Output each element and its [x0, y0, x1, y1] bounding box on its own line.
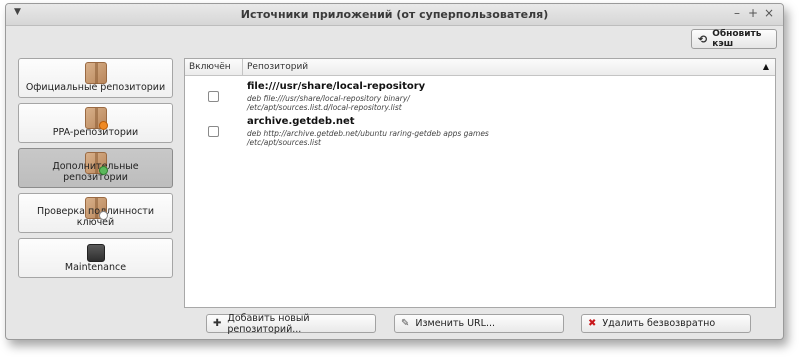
sort-ascending-icon[interactable]: ▲ [763, 62, 769, 71]
delete-x-icon: ✖ [588, 318, 597, 329]
plus-icon: ✚ [213, 318, 222, 329]
repository-source-line: deb http://archive.getdeb.net/ubuntu rar… [247, 129, 489, 138]
sidebar-item-label: Проверка подлинности ключей [36, 206, 155, 228]
sidebar: Официальные репозитории PPA-репозитории … [18, 58, 173, 283]
sidebar-item-maintenance[interactable]: Maintenance [18, 238, 173, 278]
edit-url-button[interactable]: ✎ Изменить URL... [394, 314, 564, 333]
close-button[interactable]: × [763, 6, 775, 20]
repository-name: archive.getdeb.net [247, 116, 355, 127]
column-header-enabled[interactable]: Включён [189, 62, 231, 72]
sidebar-item-keys[interactable]: Проверка подлинности ключей [18, 193, 173, 233]
repository-file-path: /etc/apt/sources.list.d/local-repository… [247, 103, 402, 112]
delete-permanently-button[interactable]: ✖ Удалить безвозвратно [581, 314, 751, 333]
enable-checkbox[interactable] [208, 126, 219, 137]
list-header: Включён Репозиторий ▲ [185, 59, 775, 76]
sidebar-item-label: Дополнительные репозитории [52, 161, 139, 183]
refresh-cache-label: Обновить кэш [712, 29, 762, 49]
add-repository-label: Добавить новый репозиторий... [227, 312, 310, 335]
sidebar-item-label: PPA-репозитории [52, 127, 139, 138]
app-window: ▼ Источники приложений (от суперпользова… [5, 3, 784, 340]
window-title: Источники приложений (от суперпользовате… [240, 8, 549, 21]
minimize-button[interactable]: – [731, 6, 743, 20]
maximize-button[interactable]: + [747, 6, 759, 20]
delete-permanently-label: Удалить безвозвратно [602, 318, 716, 329]
repository-source-line: deb file:///usr/share/local-repository b… [247, 94, 410, 103]
table-row[interactable]: archive.getdeb.net deb http://archive.ge… [185, 113, 775, 148]
title-bar: ▼ Источники приложений (от суперпользова… [6, 4, 783, 26]
repository-list: Включён Репозиторий ▲ file:///usr/share/… [184, 58, 776, 308]
column-header-repository[interactable]: Репозиторий [247, 62, 308, 72]
sidebar-item-official[interactable]: Официальные репозитории [18, 58, 173, 98]
sidebar-item-additional[interactable]: Дополнительные репозитории [18, 148, 173, 188]
column-divider [242, 59, 243, 76]
package-ppa-icon [85, 107, 108, 130]
sidebar-item-label: Maintenance [64, 262, 127, 273]
add-repository-button[interactable]: ✚ Добавить новый репозиторий... [206, 312, 376, 335]
package-icon [85, 62, 107, 84]
pencil-icon: ✎ [401, 318, 410, 329]
repository-name: file:///usr/share/local-repository [247, 81, 426, 92]
sidebar-item-label: Официальные репозитории [25, 82, 166, 93]
sidebar-item-ppa[interactable]: PPA-репозитории [18, 103, 173, 143]
maintenance-icon [87, 244, 105, 262]
refresh-cache-button[interactable]: ⟲ Обновить кэш [691, 29, 777, 49]
edit-url-label: Изменить URL... [415, 318, 496, 329]
refresh-icon: ⟲ [698, 32, 708, 46]
repository-file-path: /etc/apt/sources.list [247, 138, 321, 147]
enable-checkbox[interactable] [208, 91, 219, 102]
table-row[interactable]: file:///usr/share/local-repository deb f… [185, 78, 775, 113]
